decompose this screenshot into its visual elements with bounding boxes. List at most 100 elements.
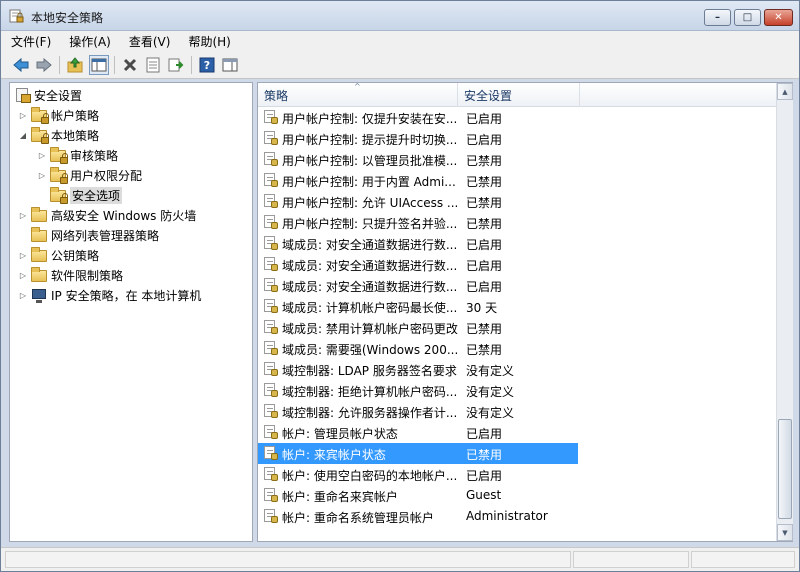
table-row[interactable]: 域控制器: 拒绝计算机帐户密码... 没有定义 <box>258 380 578 401</box>
tree-item-network-list[interactable]: 网络列表管理器策略 <box>31 225 159 245</box>
table-row[interactable]: 域成员: 对安全通道数据进行数... 已启用 <box>258 275 578 296</box>
forward-button[interactable] <box>34 55 54 75</box>
computer-icon <box>31 287 47 303</box>
security-setting: 已启用 <box>466 469 503 483</box>
sort-ascending-icon: ^ <box>354 82 361 91</box>
tree-item-ip-security[interactable]: ▷ IP 安全策略，在 本地计算机 <box>18 285 201 305</box>
tree-item-label: 用户权限分配 <box>70 168 143 183</box>
table-row[interactable]: 域控制器: 允许服务器操作者计... 没有定义 <box>258 401 578 422</box>
policy-name: 域成员: 对安全通道数据进行数... <box>282 238 458 252</box>
security-setting: Administrator <box>466 509 548 523</box>
tree-item-label: IP 安全策略，在 本地计算机 <box>51 288 202 303</box>
minimize-button[interactable]: – <box>704 9 731 26</box>
expand-arrow-icon[interactable]: ▷ <box>37 171 47 180</box>
maximize-button[interactable]: □ <box>734 9 761 26</box>
policy-icon <box>264 404 278 418</box>
table-row[interactable]: 帐户: 管理员帐户状态 已启用 <box>258 422 578 443</box>
policy-icon <box>264 467 278 481</box>
table-row[interactable]: 域控制器: LDAP 服务器签名要求 没有定义 <box>258 359 578 380</box>
help-button[interactable]: ? <box>197 55 217 75</box>
table-row[interactable]: 域成员: 需要强(Windows 200... 已禁用 <box>258 338 578 359</box>
locked-folder-icon <box>50 147 68 164</box>
table-row[interactable]: 域成员: 对安全通道数据进行数... 已启用 <box>258 233 578 254</box>
table-row[interactable]: 用户帐户控制: 用于内置 Admi... 已禁用 <box>258 170 578 191</box>
security-setting: 已启用 <box>466 133 503 147</box>
close-button[interactable]: ✕ <box>764 9 793 26</box>
expand-arrow-icon[interactable]: ▷ <box>18 111 28 120</box>
scroll-down-button[interactable]: ▼ <box>777 524 793 541</box>
tree-item-account-policies[interactable]: ▷ 帐户策略 <box>18 105 99 125</box>
tree-item-security-options[interactable]: 安全选项 <box>50 185 123 205</box>
table-row[interactable]: 用户帐户控制: 只提升签名并验... 已禁用 <box>258 212 578 233</box>
table-row[interactable]: 用户帐户控制: 允许 UIAccess ... 已禁用 <box>258 191 578 212</box>
table-row[interactable]: 帐户: 来宾帐户状态 已禁用 <box>258 443 578 464</box>
scroll-up-button[interactable]: ▲ <box>777 83 793 100</box>
back-arrow-icon <box>13 57 29 73</box>
table-row[interactable]: 域成员: 禁用计算机帐户密码更改 已禁用 <box>258 317 578 338</box>
delete-button[interactable] <box>120 55 140 75</box>
show-action-pane-button[interactable] <box>220 55 240 75</box>
properties-button[interactable] <box>143 55 163 75</box>
title-bar: 本地安全策略 – □ ✕ <box>1 1 799 31</box>
column-header-setting[interactable]: 安全设置 <box>458 83 580 107</box>
collapse-arrow-icon[interactable]: ◢ <box>18 131 28 140</box>
console-tree[interactable]: 安全设置 ▷ 帐户策略 ◢ 本地策略 ▷ 审核策略 ▷ 用户权限分配 安全选项 … <box>9 82 253 542</box>
policy-icon <box>264 362 278 376</box>
tree-item-label: 高级安全 Windows 防火墙 <box>51 208 197 223</box>
table-row[interactable]: 帐户: 使用空白密码的本地帐户... 已启用 <box>258 464 578 485</box>
show-hide-tree-button[interactable] <box>89 55 109 75</box>
up-button[interactable] <box>65 55 85 75</box>
menu-action[interactable]: 操作(A) <box>69 33 111 50</box>
table-row[interactable]: 帐户: 重命名系统管理员帐户 Administrator <box>258 506 578 527</box>
tree-item-label: 安全设置 <box>34 88 83 103</box>
policy-icon <box>264 236 278 250</box>
table-row[interactable]: 用户帐户控制: 提示提升时切换... 已启用 <box>258 128 578 149</box>
security-setting: 已启用 <box>466 427 503 441</box>
table-row[interactable]: 帐户: 重命名来宾帐户 Guest <box>258 485 578 506</box>
table-row[interactable]: 用户帐户控制: 仅提升安装在安... 已启用 <box>258 107 578 128</box>
menu-view[interactable]: 查看(V) <box>129 33 171 50</box>
locked-folder-icon <box>50 167 68 184</box>
security-setting: 已禁用 <box>466 217 503 231</box>
locked-folder-icon <box>50 187 68 204</box>
menu-file[interactable]: 文件(F) <box>11 33 51 50</box>
tree-item-software-restriction[interactable]: ▷ 软件限制策略 <box>18 265 123 285</box>
security-setting: 没有定义 <box>466 364 515 378</box>
policy-icon <box>264 152 278 166</box>
table-row[interactable]: 域成员: 计算机帐户密码最长使... 30 天 <box>258 296 578 317</box>
expand-arrow-icon[interactable]: ▷ <box>18 271 28 280</box>
menu-help[interactable]: 帮助(H) <box>188 33 230 50</box>
status-segment <box>5 551 571 568</box>
action-pane-icon <box>222 58 238 72</box>
scroll-thumb[interactable] <box>778 419 792 519</box>
table-row[interactable]: 用户帐户控制: 以管理员批准模... 已禁用 <box>258 149 578 170</box>
security-setting: 已禁用 <box>466 196 503 210</box>
policy-list[interactable]: ^ 策略 安全设置 用户帐户控制: 仅提升安装在安... 已启用 用户帐户控制: … <box>257 82 793 542</box>
export-list-icon <box>168 58 184 72</box>
status-segment <box>691 551 795 568</box>
vertical-scrollbar[interactable]: ▲ ▼ <box>776 83 793 541</box>
tree-item-public-key[interactable]: ▷ 公钥策略 <box>18 245 99 265</box>
expand-arrow-icon[interactable]: ▷ <box>37 151 47 160</box>
back-button[interactable] <box>11 55 31 75</box>
tree-item-firewall[interactable]: ▷ 高级安全 Windows 防火墙 <box>18 205 196 225</box>
toolbar-separator <box>59 56 60 74</box>
tree-root[interactable]: 安全设置 <box>14 85 82 105</box>
tree-item-audit-policy[interactable]: ▷ 审核策略 <box>37 145 118 165</box>
table-row[interactable]: 域成员: 对安全通道数据进行数... 已启用 <box>258 254 578 275</box>
menu-bar: 文件(F) 操作(A) 查看(V) 帮助(H) <box>1 31 799 51</box>
tree-item-local-policies[interactable]: ◢ 本地策略 <box>18 125 99 145</box>
column-header-policy[interactable]: ^ 策略 <box>258 82 458 107</box>
security-setting: 已禁用 <box>466 154 503 168</box>
expand-arrow-icon[interactable]: ▷ <box>18 291 28 300</box>
security-setting: Guest <box>466 488 502 502</box>
export-button[interactable] <box>166 55 186 75</box>
policy-name: 域控制器: 拒绝计算机帐户密码... <box>282 385 458 399</box>
expand-arrow-icon[interactable]: ▷ <box>18 251 28 260</box>
tree-item-user-rights[interactable]: ▷ 用户权限分配 <box>37 165 142 185</box>
policy-name: 用户帐户控制: 用于内置 Admi... <box>282 175 456 189</box>
policy-name: 域成员: 需要强(Windows 200... <box>282 343 458 357</box>
policy-icon <box>264 425 278 439</box>
policy-icon <box>264 320 278 334</box>
expand-arrow-icon[interactable]: ▷ <box>18 211 28 220</box>
